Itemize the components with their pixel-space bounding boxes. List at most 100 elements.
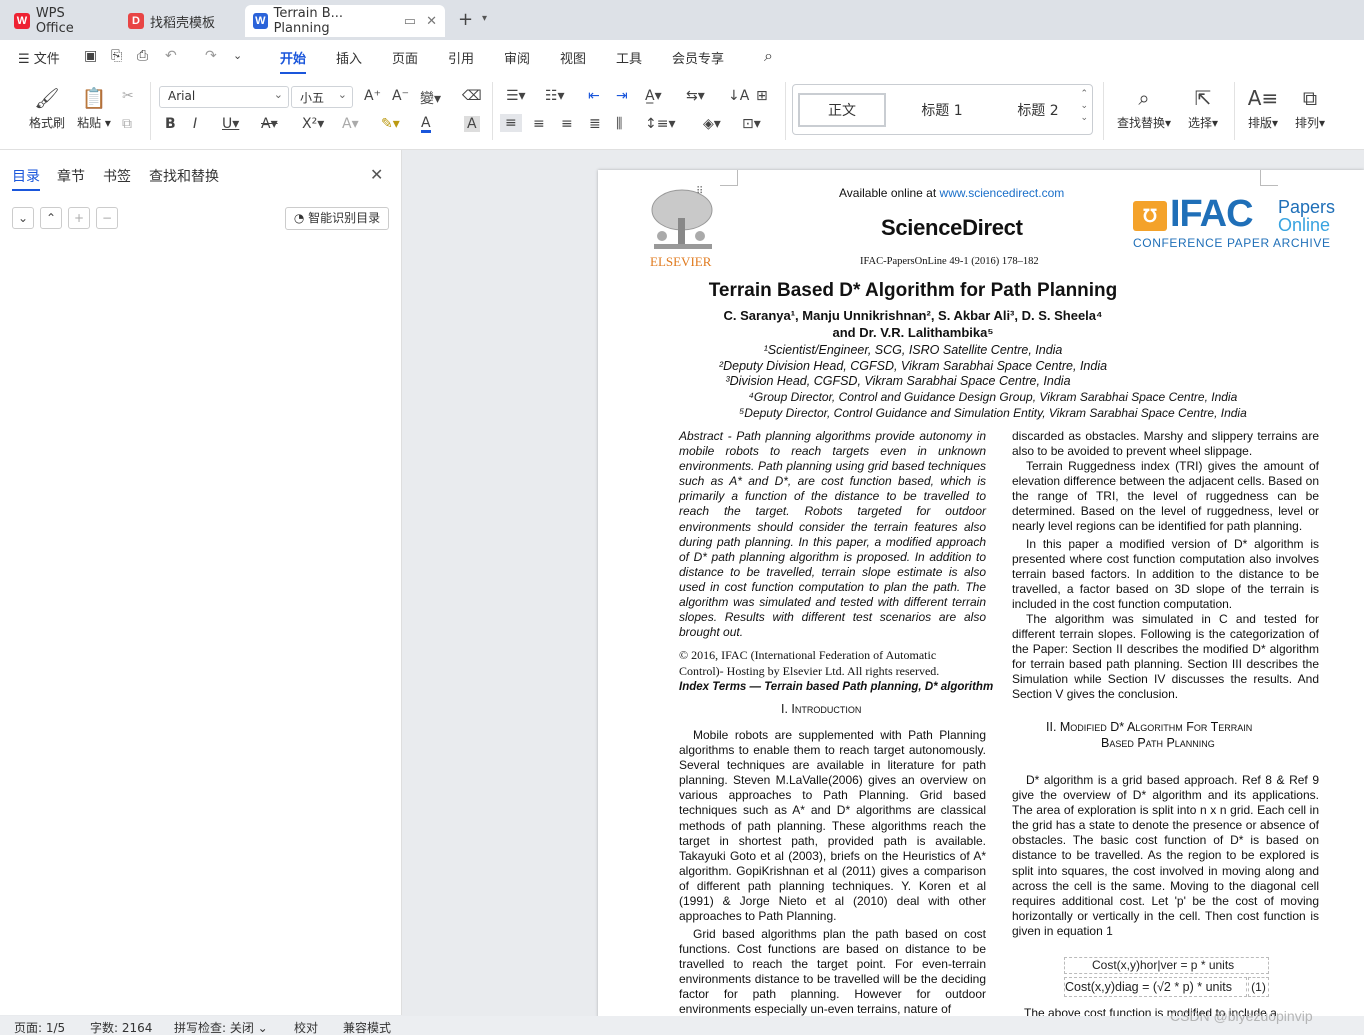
hamburger-icon: ☰ bbox=[18, 52, 34, 67]
text-direction-icon[interactable]: A̲▾ bbox=[645, 88, 662, 104]
undo-icon[interactable]: ↶ bbox=[165, 48, 177, 64]
add-level-icon[interactable]: + bbox=[68, 207, 90, 229]
intro-paragraph-1: Mobile robots are supplemented with Path… bbox=[679, 728, 986, 924]
status-bar: 页面: 1/5 字数: 2164 拼写检查: 关闭 ⌄ 校对 兼容模式 bbox=[0, 1016, 1364, 1035]
word-count[interactable]: 字数: 2164 bbox=[90, 1019, 152, 1035]
select-button[interactable]: ⇱ 选择▾ bbox=[1184, 86, 1222, 131]
numbered-list-icon[interactable]: ☷▾ bbox=[545, 88, 565, 104]
borders-icon[interactable]: ⊡▾ bbox=[742, 116, 761, 132]
justify-icon[interactable]: ≣ bbox=[589, 116, 601, 132]
tab-list-chevron-icon[interactable]: ▾ bbox=[482, 13, 487, 24]
close-tab-icon[interactable]: ✕ bbox=[426, 14, 437, 29]
arrange-icon: ⧉ bbox=[1302, 86, 1318, 110]
format-painter-button[interactable]: 🖌 格式刷 bbox=[26, 86, 68, 131]
affiliation: ⁵Deputy Director, Control Guidance and S… bbox=[739, 406, 1247, 420]
convert-icon[interactable]: ⇆▾ bbox=[686, 88, 705, 104]
menu-member[interactable]: 会员专享 bbox=[672, 48, 724, 67]
menu-review[interactable]: 审阅 bbox=[504, 48, 530, 67]
section-heading-introduction: I. Introduction bbox=[781, 702, 862, 716]
affiliation: ²Deputy Division Head, CGFSD, Vikram Sar… bbox=[718, 359, 1108, 373]
remove-level-icon[interactable]: − bbox=[96, 207, 118, 229]
font-color-icon[interactable]: A bbox=[421, 116, 431, 133]
increase-font-icon[interactable]: A⁺ bbox=[364, 88, 381, 104]
export-pdf-icon[interactable]: ⎘ bbox=[111, 48, 122, 64]
save-icon[interactable]: ▣ bbox=[84, 48, 97, 64]
bold-icon[interactable]: B bbox=[165, 116, 176, 132]
style-heading-2[interactable]: 标题 2 bbox=[993, 93, 1083, 127]
clear-format-icon[interactable]: ⌫ bbox=[462, 88, 482, 104]
window-icon[interactable]: ▭ bbox=[404, 14, 416, 29]
nav-tab-toc[interactable]: 目录 bbox=[12, 166, 40, 191]
menu-references[interactable]: 引用 bbox=[448, 48, 474, 67]
authors-line-1: C. Saranya¹, Manju Unnikrishnan², S. Akb… bbox=[723, 308, 1103, 323]
copy-icon[interactable]: ⧉ bbox=[122, 116, 132, 132]
available-online: Available online at www.sciencedirect.co… bbox=[839, 186, 1065, 200]
align-left-icon[interactable]: ≡ bbox=[500, 114, 522, 132]
show-marks-icon[interactable]: ⊞ bbox=[756, 88, 768, 104]
page-indicator[interactable]: 页面: 1/5 bbox=[14, 1019, 65, 1035]
redo-icon[interactable]: ↷ bbox=[205, 48, 217, 64]
print-preview-icon[interactable]: ⎙ bbox=[137, 48, 148, 64]
line-spacing-icon[interactable]: ↕≡▾ bbox=[645, 116, 676, 132]
italic-icon[interactable]: I bbox=[193, 116, 197, 132]
phonetic-icon[interactable]: 變▾ bbox=[420, 88, 441, 108]
layout-button[interactable]: A≡ 排版▾ bbox=[1244, 86, 1282, 131]
drag-handle-icon[interactable]: ⠿ bbox=[696, 186, 703, 197]
underline-icon[interactable]: U▾ bbox=[222, 116, 239, 132]
text-effect-icon[interactable]: A▾ bbox=[342, 116, 359, 132]
menu-page[interactable]: 页面 bbox=[392, 48, 418, 67]
align-right-icon[interactable]: ≡ bbox=[561, 116, 573, 132]
ifac-emblem-icon: ℧ bbox=[1133, 201, 1167, 231]
menu-insert[interactable]: 插入 bbox=[336, 48, 362, 67]
margin-mark bbox=[720, 170, 738, 186]
close-pane-icon[interactable]: ✕ bbox=[370, 165, 383, 184]
sciencedirect-link[interactable]: www.sciencedirect.com bbox=[940, 186, 1065, 200]
smart-toc-button[interactable]: ◔ 智能识别目录 bbox=[285, 207, 389, 230]
authors-line-2: and Dr. V.R. Lalithambika⁵ bbox=[832, 325, 994, 340]
expand-chevron-icon[interactable]: ⌃ bbox=[40, 207, 62, 229]
proofread-button[interactable]: 校对 bbox=[294, 1019, 318, 1035]
search-icon[interactable]: ⌕ bbox=[764, 46, 773, 66]
nav-tab-find-replace[interactable]: 查找和替换 bbox=[149, 166, 219, 186]
menu-home[interactable]: 开始 bbox=[280, 48, 307, 74]
tab-wps-office[interactable]: W WPS Office bbox=[6, 5, 114, 37]
distributed-icon[interactable]: ⫼ bbox=[616, 116, 622, 132]
cut-icon[interactable]: ✂ bbox=[122, 88, 134, 104]
more-chevron-icon[interactable]: ⌄ bbox=[233, 49, 242, 62]
menu-tools[interactable]: 工具 bbox=[616, 48, 642, 67]
right-paragraph-0: discarded as obstacles. Marshy and slipp… bbox=[1012, 429, 1319, 459]
bullet-list-icon[interactable]: ☰▾ bbox=[506, 88, 526, 104]
increase-indent-icon[interactable]: ⇥ bbox=[616, 88, 628, 104]
menu-file[interactable]: ☰ 文件 bbox=[18, 48, 60, 67]
sort-icon[interactable]: ↓A bbox=[728, 88, 749, 104]
new-tab-icon[interactable]: + bbox=[458, 9, 473, 30]
nav-tab-chapters[interactable]: 章节 bbox=[57, 166, 85, 186]
shading-icon[interactable]: ◈▾ bbox=[703, 116, 721, 132]
tab-docer-templates[interactable]: D 找稻壳模板 bbox=[120, 5, 240, 37]
collapse-chevron-icon[interactable]: ⌄ bbox=[12, 207, 34, 229]
superscript-icon[interactable]: X²▾ bbox=[302, 116, 324, 132]
align-center-icon[interactable]: ≡ bbox=[533, 116, 545, 132]
compat-mode-label: 兼容模式 bbox=[343, 1021, 392, 1035]
arrange-button[interactable]: ⧉ 排列▾ bbox=[1291, 86, 1329, 131]
decrease-indent-icon[interactable]: ⇤ bbox=[588, 88, 600, 104]
font-name-select[interactable]: Arial ⌄ bbox=[159, 86, 289, 108]
paste-button[interactable]: 📋 粘贴 ▾ bbox=[74, 86, 114, 131]
style-heading-1[interactable]: 标题 1 bbox=[897, 93, 987, 127]
document-page[interactable]: ELSEVIER ⠿ Available online at www.scien… bbox=[598, 170, 1364, 1020]
style-normal[interactable]: 正文 bbox=[798, 93, 886, 127]
find-replace-button[interactable]: ⌕ 查找替换▾ bbox=[1114, 86, 1174, 131]
menu-view[interactable]: 视图 bbox=[560, 48, 586, 67]
strikethrough-icon[interactable]: A▾ bbox=[261, 116, 278, 132]
char-shading-icon[interactable]: A bbox=[464, 116, 480, 132]
style-scroll-icon[interactable]: ⌃ ⌄ ⌄ bbox=[1080, 88, 1088, 124]
ifac-online: Online bbox=[1278, 215, 1331, 235]
font-size-select[interactable]: 小五 ⌄ bbox=[291, 86, 353, 108]
nav-tab-bookmarks[interactable]: 书签 bbox=[103, 166, 131, 186]
spell-check-toggle[interactable]: 拼写检查: 关闭 ⌄ bbox=[174, 1019, 268, 1035]
margin-mark bbox=[1260, 170, 1278, 186]
decrease-font-icon[interactable]: A⁻ bbox=[392, 88, 409, 104]
highlight-icon[interactable]: ✎▾ bbox=[381, 116, 400, 132]
tab-document[interactable]: W Terrain B... Planning ▭ ✕ bbox=[245, 5, 445, 37]
copyright: © 2016, IFAC (International Federation o… bbox=[679, 648, 940, 678]
